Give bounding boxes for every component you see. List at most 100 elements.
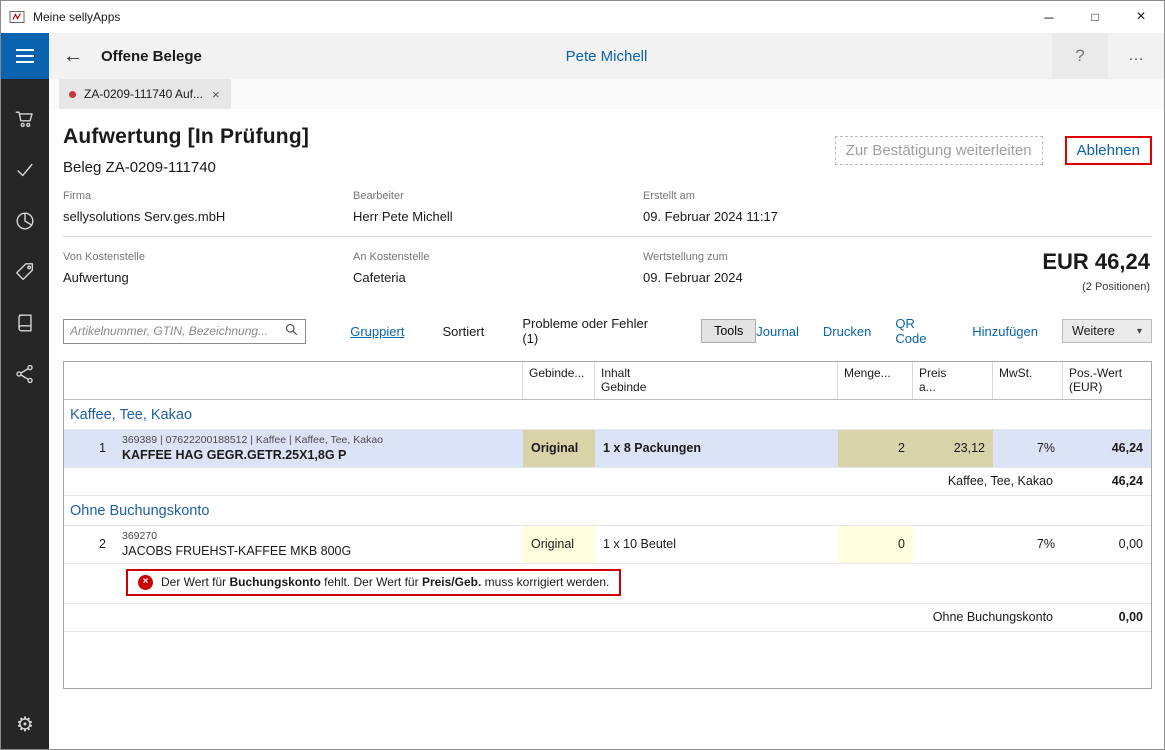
pos-wert-cell: 46,24 xyxy=(1063,430,1151,467)
col-pos-wert[interactable]: Pos.-Wert (EUR) xyxy=(1063,362,1151,399)
share-network-icon xyxy=(14,363,36,385)
print-link[interactable]: Drucken xyxy=(823,324,871,339)
positions-table: Gebinde... Inhalt Gebinde Menge... Preis… xyxy=(63,361,1152,689)
field-firma: Firma sellysolutions Serv.ges.mbH xyxy=(63,190,353,224)
book-icon xyxy=(14,312,36,334)
document-total: EUR 46,24 xyxy=(933,249,1150,275)
field-wertstellung: Wertstellung zum 09. Februar 2024 xyxy=(643,251,933,293)
maximize-button[interactable]: □ xyxy=(1072,1,1118,33)
positions-count: (2 Positionen) xyxy=(933,281,1150,293)
problems-filter[interactable]: Probleme oder Fehler (1) xyxy=(522,316,667,346)
tools-button[interactable]: Tools xyxy=(701,319,756,343)
gear-icon: ⚙ xyxy=(16,714,34,736)
article-cell: 369270 JACOBS FRUEHST-KAFFEE MKB 800G xyxy=(116,526,523,563)
error-icon: × xyxy=(138,575,153,590)
sidebar-item-approvals[interactable] xyxy=(13,158,37,182)
mwst-cell: 7% xyxy=(993,430,1063,467)
close-button[interactable]: × xyxy=(1118,1,1164,33)
search-input[interactable] xyxy=(70,324,284,338)
sidebar: ⚙ xyxy=(1,33,49,749)
sidebar-item-share[interactable] xyxy=(13,362,37,386)
window-controls: ─ □ × xyxy=(1026,1,1164,33)
journal-link[interactable]: Journal xyxy=(756,324,799,339)
row-number: 1 xyxy=(64,430,116,467)
field-bearbeiter: Bearbeiter Herr Pete Michell xyxy=(353,190,643,224)
pie-chart-icon xyxy=(14,210,36,232)
mwst-cell: 7% xyxy=(993,526,1063,563)
hamburger-icon xyxy=(16,49,34,51)
sidebar-item-catalog[interactable] xyxy=(13,311,37,335)
article-meta: 369389 | 07622200188512 | Kaffee | Kaffe… xyxy=(122,434,383,446)
titlebar: Meine sellyApps ─ □ × xyxy=(1,1,1164,33)
page-title: Offene Belege xyxy=(101,48,202,65)
menge-cell[interactable]: 0 xyxy=(838,526,913,563)
col-preis[interactable]: Preis a... xyxy=(913,362,993,399)
minimize-button[interactable]: ─ xyxy=(1026,1,1072,33)
chevron-down-icon: ▾ xyxy=(1137,326,1142,337)
error-text: Der Wert für Buchungskonto fehlt. Der We… xyxy=(161,575,609,589)
fields-row-1: Firma sellysolutions Serv.ges.mbH Bearbe… xyxy=(63,176,1152,237)
validation-error: × Der Wert für Buchungskonto fehlt. Der … xyxy=(126,569,621,596)
help-icon: ? xyxy=(1075,46,1084,66)
cart-icon xyxy=(14,108,36,130)
window-title: Meine sellyApps xyxy=(33,10,120,24)
pos-wert-cell: 0,00 xyxy=(1063,526,1151,563)
menu-button[interactable] xyxy=(1,33,49,79)
gebinde-cell[interactable]: Original xyxy=(523,430,595,467)
settings-button[interactable]: ⚙ xyxy=(16,712,34,737)
reject-button[interactable]: Ablehnen xyxy=(1065,136,1152,165)
table-row[interactable]: 2 369270 JACOBS FRUEHST-KAFFEE MKB 800G … xyxy=(64,526,1151,564)
checkmark-icon xyxy=(14,159,36,181)
qr-code-link[interactable]: QR Code xyxy=(895,316,948,346)
more-actions-dropdown[interactable]: Weitere ▾ xyxy=(1062,319,1152,343)
back-arrow-icon: ← xyxy=(63,45,83,67)
grouped-toggle[interactable]: Gruppiert xyxy=(350,324,404,339)
field-von-kostenstelle: Von Kostenstelle Aufwertung xyxy=(63,251,353,293)
sorted-toggle[interactable]: Sortiert xyxy=(442,324,484,339)
col-gebinde[interactable]: Gebinde... xyxy=(523,362,595,399)
gebinde-cell[interactable]: Original xyxy=(523,526,595,563)
group-subtotal: Ohne Buchungskonto 0,00 xyxy=(64,604,1151,632)
forward-for-approval-button[interactable]: Zur Bestätigung weiterleiten xyxy=(835,136,1043,165)
help-button[interactable]: ? xyxy=(1052,33,1108,79)
document-view: Aufwertung [In Prüfung] Beleg ZA-0209-11… xyxy=(49,109,1164,749)
article-name: KAFFEE HAG GEGR.GETR.25X1,8G P xyxy=(122,448,346,462)
field-erstellt-am: Erstellt am 09. Februar 2024 11:17 xyxy=(643,190,933,224)
unsaved-dot-icon xyxy=(69,91,76,98)
sidebar-item-reports[interactable] xyxy=(13,209,37,233)
back-button[interactable]: ← xyxy=(49,45,97,68)
preis-cell[interactable] xyxy=(913,526,993,563)
inhalt-cell: 1 x 8 Packungen xyxy=(595,430,838,467)
menge-cell[interactable]: 2 xyxy=(838,430,913,467)
tab-document[interactable]: ZA-0209-111740 Auf... × xyxy=(59,79,231,109)
sidebar-item-cart[interactable] xyxy=(13,107,37,131)
inhalt-cell: 1 x 10 Beutel xyxy=(595,526,838,563)
current-user[interactable]: Pete Michell xyxy=(566,48,648,65)
preis-cell[interactable]: 23,12 xyxy=(913,430,993,467)
col-menge[interactable]: Menge... xyxy=(838,362,913,399)
col-inhalt[interactable]: Inhalt Gebinde xyxy=(595,362,838,399)
article-meta: 369270 xyxy=(122,530,157,542)
group-header: Ohne Buchungskonto xyxy=(64,496,1151,526)
tab-label: ZA-0209-111740 Auf... xyxy=(84,87,203,101)
col-rownum[interactable] xyxy=(64,362,116,399)
tag-icon xyxy=(14,261,36,283)
table-row[interactable]: 1 369389 | 07622200188512 | Kaffee | Kaf… xyxy=(64,430,1151,468)
article-name: JACOBS FRUEHST-KAFFEE MKB 800G xyxy=(122,544,351,558)
search-icon xyxy=(284,322,299,340)
field-an-kostenstelle: An Kostenstelle Cafeteria xyxy=(353,251,643,293)
fields-row-2: Von Kostenstelle Aufwertung An Kostenste… xyxy=(63,237,1152,305)
list-toolbar: Gruppiert Sortiert Probleme oder Fehler … xyxy=(63,317,1152,345)
more-button[interactable]: … xyxy=(1108,33,1164,79)
app-window: Meine sellyApps ─ □ × xyxy=(0,0,1165,750)
tab-close-icon[interactable]: × xyxy=(211,87,221,102)
document-subtitle: Beleg ZA-0209-111740 xyxy=(63,159,309,176)
col-article[interactable] xyxy=(116,362,523,399)
col-mwst[interactable]: MwSt. xyxy=(993,362,1063,399)
add-link[interactable]: Hinzufügen xyxy=(972,324,1038,339)
document-title: Aufwertung [In Prüfung] xyxy=(63,125,309,149)
article-search[interactable] xyxy=(63,319,306,344)
group-header: Kaffee, Tee, Kakao xyxy=(64,400,1151,430)
sidebar-item-labels[interactable] xyxy=(13,260,37,284)
table-header-row: Gebinde... Inhalt Gebinde Menge... Preis… xyxy=(64,362,1151,400)
